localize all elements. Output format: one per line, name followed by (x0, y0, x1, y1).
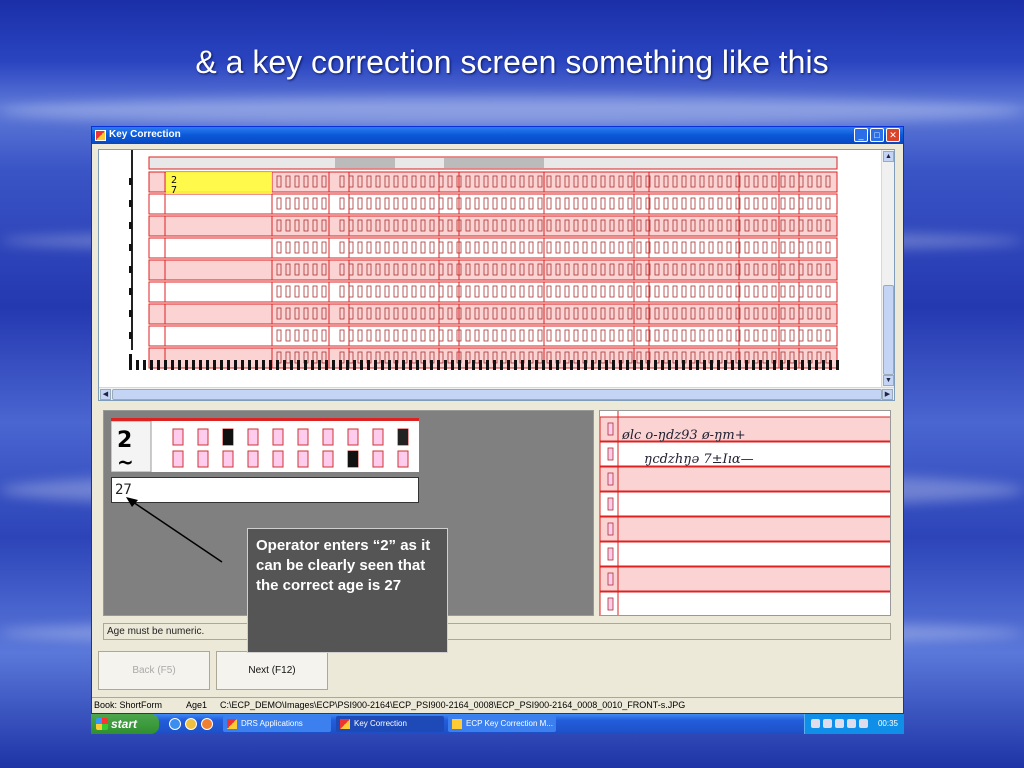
handwriting-line: ølc o-ŋǳ93 ø-ŋm+ (621, 428, 746, 443)
folder-icon[interactable] (185, 718, 197, 730)
field-crop-image: 2 ~ (110, 418, 419, 474)
svg-text:~: ~ (117, 450, 134, 472)
taskbar-item-key-correction[interactable]: Key Correction (336, 716, 444, 732)
start-button[interactable]: start (91, 714, 159, 734)
back-button[interactable]: Back (F5) (98, 651, 210, 690)
status-message: Age must be numeric. (103, 623, 891, 640)
form-image-viewer[interactable]: 2 7 ▲ ▼ ◀ ▶ (98, 149, 895, 401)
scroll-up-icon[interactable]: ▲ (883, 151, 894, 162)
key-correction-window: Key Correction _ □ ✕ 2 7 ▲ ▼ ◀ ▶ 2 ~ 27 … (91, 126, 904, 714)
system-tray: 00:35 (804, 714, 904, 734)
app-icon (95, 130, 106, 141)
media-icon[interactable] (201, 718, 213, 730)
taskbar-item-drs[interactable]: DRS Applications (223, 716, 331, 732)
svg-text:7: 7 (171, 185, 177, 196)
field-label: Age1 (186, 700, 208, 710)
vertical-scrollbar[interactable]: ▲ ▼ (881, 150, 894, 388)
handwriting-line: ŋcǳhŋə 7±Iıɑ— (644, 452, 754, 467)
tray-icon[interactable] (823, 719, 832, 728)
window-title: Key Correction (109, 129, 181, 140)
ie-icon[interactable] (169, 718, 181, 730)
annotation-callout: Operator enters “2” as it can be clearly… (247, 528, 448, 653)
tray-icon[interactable] (811, 719, 820, 728)
tray-icon[interactable] (847, 719, 856, 728)
restore-button[interactable]: □ (870, 128, 884, 142)
handwriting-panel: ølc o-ŋǳ93 ø-ŋm+ ŋcǳhŋə 7±Iıɑ— (599, 410, 891, 616)
taskbar-item-ecp[interactable]: ECP Key Correction M... (448, 716, 556, 732)
close-button[interactable]: ✕ (886, 128, 900, 142)
info-bar: Book: ShortForm Age1 C:\ECP_DEMO\Images\… (92, 697, 903, 713)
image-path: C:\ECP_DEMO\Images\ECP\PSI900-2164\ECP_P… (220, 700, 686, 710)
next-button[interactable]: Next (F12) (216, 651, 328, 690)
age-entry-field[interactable]: 27 (111, 477, 419, 503)
scanned-form-image: 2 7 (99, 150, 882, 388)
scroll-left-icon[interactable]: ◀ (100, 389, 111, 400)
horizontal-scrollbar[interactable]: ◀ ▶ (99, 387, 894, 400)
minimize-button[interactable]: _ (854, 128, 868, 142)
scroll-down-icon[interactable]: ▼ (883, 375, 894, 386)
tray-icon[interactable] (835, 719, 844, 728)
clock: 00:35 (877, 719, 898, 728)
tray-icon[interactable] (859, 719, 868, 728)
background-streak (0, 96, 1024, 126)
window-titlebar[interactable]: Key Correction _ □ ✕ (92, 127, 903, 144)
scroll-right-icon[interactable]: ▶ (882, 389, 893, 400)
windows-flag-icon (96, 718, 108, 730)
taskbar: start DRS Applications Key Correction EC… (91, 714, 904, 734)
slide-title: & a key correction screen something like… (195, 44, 829, 80)
book-label: Book: ShortForm (94, 700, 163, 710)
horizontal-scroll-thumb[interactable] (112, 389, 882, 400)
vertical-scroll-thumb[interactable] (883, 285, 894, 375)
